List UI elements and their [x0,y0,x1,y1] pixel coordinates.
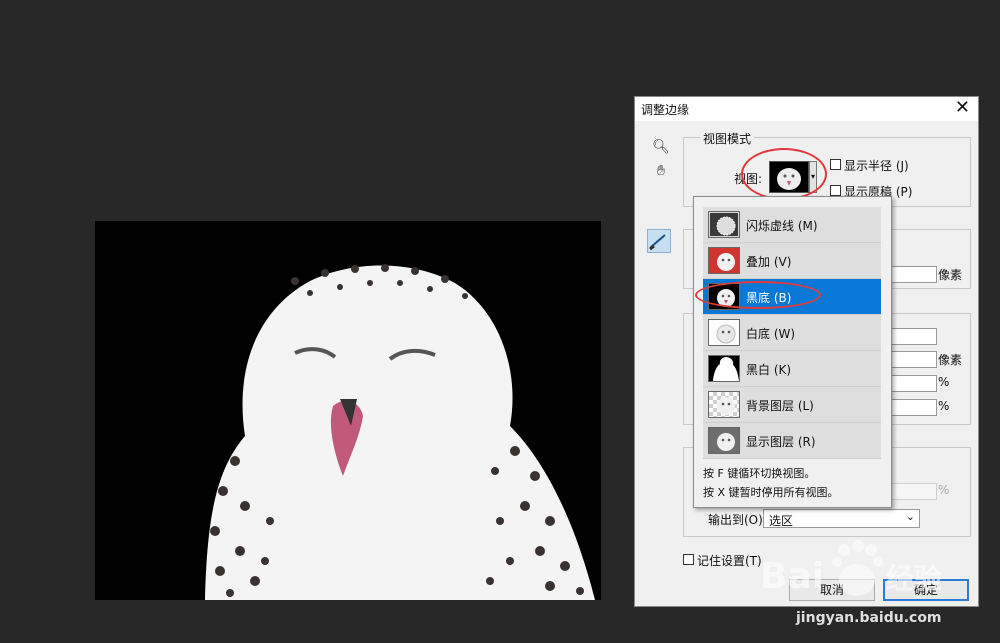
view-mode-legend: 视图模式 [700,130,755,147]
dialog-title: 调整边缘 [641,103,690,117]
radius-unit: 像素 [938,268,963,282]
title-bar: 调整边缘 ✕ [635,97,978,121]
show-radius-label: 显示半径 (J) [844,159,909,173]
watermark-url: jingyan.baidu.com [796,610,942,626]
hint-cycle-views: 按 F 键循环切换视图。 [703,467,816,480]
hint-disable-views: 按 X 键暂时停用所有视图。 [703,486,839,499]
hand-icon[interactable]: ✋︎ [651,163,671,183]
view-option-label: 显示图层 (R) [746,435,816,449]
owl-image [95,221,601,600]
on-white-thumb [708,319,740,346]
view-option-label: 叠加 (V) [746,255,792,269]
output-to-label: 输出到(O): [708,513,767,527]
shift-edge-unit: % [938,399,950,413]
view-option-reveal-layer[interactable]: 显示图层 (R) [703,423,881,459]
reveal-layer-thumb [708,427,740,454]
remember-settings-checkbox[interactable] [683,554,694,565]
show-original-checkbox[interactable] [830,185,841,196]
view-option-label: 黑白 (K) [746,363,792,377]
document-canvas[interactable] [95,221,601,600]
output-to-value: 选区 [769,514,794,528]
view-mode-popup: 闪烁虚线 (M) 叠加 (V) 黑底 (B) 白底 (W) 黑白 (K) 背景图… [693,196,892,508]
view-option-black-white[interactable]: 黑白 (K) [703,351,881,387]
feather-unit: 像素 [938,353,963,367]
black-white-thumb [708,355,740,382]
view-option-on-layers[interactable]: 背景图层 (L) [703,387,881,423]
refine-radius-brush-icon[interactable] [647,229,671,253]
view-option-label: 闪烁虚线 (M) [746,219,818,233]
close-icon[interactable]: ✕ [955,98,970,118]
view-option-label: 白底 (W) [746,327,796,341]
view-option-label: 背景图层 (L) [746,399,814,413]
overlay-thumb [708,247,740,274]
view-option-on-white[interactable]: 白底 (W) [703,315,881,351]
remember-settings-label: 记住设置(T) [697,554,762,568]
view-option-overlay[interactable]: 叠加 (V) [703,243,881,279]
chevron-down-icon: ⌄ [905,510,915,523]
on-layers-thumb [708,391,740,418]
zoom-icon[interactable]: 🔍︎ [651,139,671,159]
view-option-marching-ants[interactable]: 闪烁虚线 (M) [703,207,881,243]
contrast-unit: % [938,375,950,389]
show-radius-checkbox[interactable] [830,159,841,170]
annotation-circle-option [695,281,821,309]
amount-unit: % [938,483,950,497]
marching-ants-thumb [708,211,740,238]
output-to-select[interactable]: 选区 ⌄ [763,509,920,528]
svg-text:经验: 经验 [886,562,942,595]
svg-text:Bai: Bai [760,556,824,597]
annotation-circle [741,148,827,200]
